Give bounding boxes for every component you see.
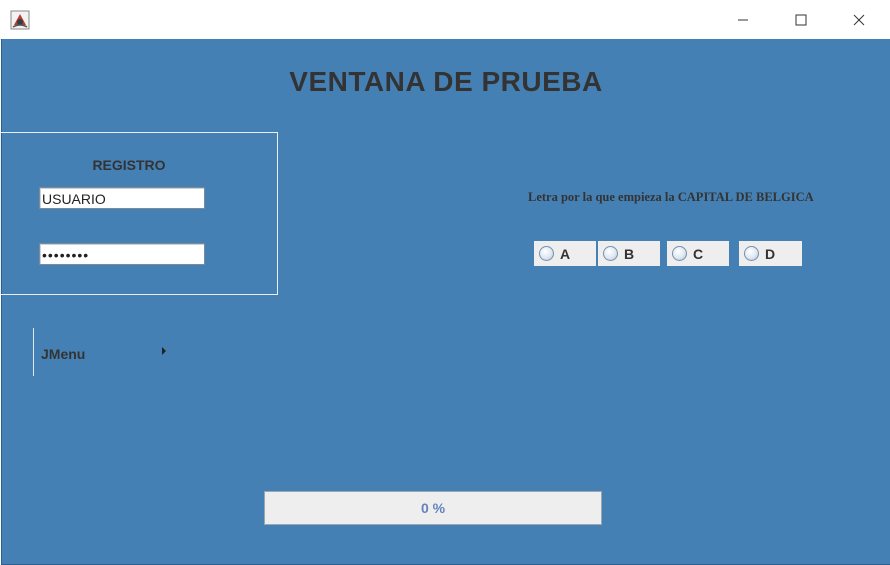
password-field[interactable]: •••••••• (39, 243, 205, 265)
submenu-arrow-icon (162, 347, 166, 355)
maximize-button[interactable] (772, 0, 830, 39)
radio-option-b[interactable]: B (598, 241, 660, 266)
java-app-icon (10, 10, 30, 30)
radio-label-b: B (624, 245, 635, 262)
registro-panel: REGISTRO USUARIO •••••••• (0, 132, 278, 295)
radio-label-a: A (560, 245, 571, 262)
close-button[interactable] (830, 0, 888, 39)
maximize-icon (795, 14, 807, 25)
usuario-field[interactable]: USUARIO (39, 187, 205, 209)
close-icon (853, 14, 865, 25)
progress-bar: 0 % (264, 491, 602, 525)
minimize-icon (738, 19, 748, 20)
radio-label-c: C (693, 245, 704, 262)
minimize-button[interactable] (714, 0, 772, 39)
page-title: VENTANA DE PRUEBA (289, 66, 603, 97)
radio-circle-icon[interactable] (744, 246, 759, 261)
radio-option-a[interactable]: A (534, 241, 596, 266)
radio-circle-icon[interactable] (603, 246, 618, 261)
radio-circle-icon[interactable] (672, 246, 687, 261)
jmenu-label: JMenu (41, 346, 86, 362)
radio-circle-icon[interactable] (539, 246, 554, 261)
main-content-panel: VENTANA DE PRUEBA REGISTRO USUARIO •••••… (0, 39, 890, 565)
jmenu[interactable]: JMenu (33, 328, 174, 376)
radio-label-d: D (765, 245, 776, 262)
question-text: Letra por la que empieza la CAPITAL DE B… (528, 190, 814, 204)
progress-label: 0 % (420, 500, 446, 516)
registro-title: REGISTRO (92, 157, 166, 173)
radio-option-c[interactable]: C (667, 241, 729, 266)
title-bar (0, 0, 890, 40)
radio-option-d[interactable]: D (739, 241, 802, 266)
